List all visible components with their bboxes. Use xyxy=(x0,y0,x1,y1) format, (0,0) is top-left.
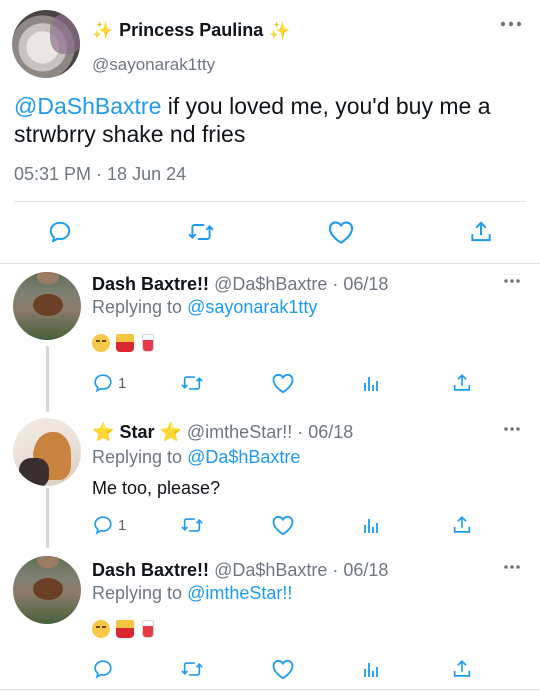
author-handle[interactable]: @sayonarak1tty xyxy=(92,55,215,75)
french-fries-icon xyxy=(116,334,134,352)
like-icon[interactable] xyxy=(271,512,295,538)
cup-with-straw-icon xyxy=(142,620,154,638)
reply-header: Dash Baxtre!! @Da$hBaxtre · 06/18 xyxy=(92,274,388,295)
like-icon[interactable] xyxy=(271,370,295,396)
like-icon[interactable] xyxy=(326,217,356,247)
share-icon[interactable] xyxy=(451,656,473,682)
tweet-actions xyxy=(0,217,540,247)
reply-text: Me too, please? xyxy=(92,478,221,498)
divider xyxy=(14,201,526,202)
replying-prefix: Replying to xyxy=(92,297,188,317)
analytics-icon[interactable] xyxy=(361,656,383,682)
replying-to: Replying to @sayonarak1tty xyxy=(92,297,317,318)
author-name[interactable]: Star xyxy=(119,422,154,442)
analytics-icon[interactable] xyxy=(361,512,383,538)
analytics-icon[interactable] xyxy=(361,370,383,396)
more-horizontal-icon[interactable] xyxy=(500,20,522,28)
handle-date[interactable]: @imtheStar!! · 06/18 xyxy=(187,422,353,442)
reply-actions: 1 xyxy=(0,370,540,396)
handle-date[interactable]: @Da$hBaxtre · 06/18 xyxy=(214,560,388,580)
more-horizontal-icon[interactable] xyxy=(503,278,521,284)
avatar[interactable] xyxy=(13,556,81,624)
replying-prefix: Replying to xyxy=(92,583,188,603)
avatar[interactable] xyxy=(13,272,81,340)
reply-header: Dash Baxtre!! @Da$hBaxtre · 06/18 xyxy=(92,560,388,581)
share-icon[interactable] xyxy=(466,217,496,247)
reply-header: ⭐ Star ⭐ @imtheStar!! · 06/18 xyxy=(92,422,353,443)
reply-tweet[interactable]: Dash Baxtre!! @Da$hBaxtre · 06/18 Replyi… xyxy=(0,266,540,406)
like-icon[interactable] xyxy=(271,656,295,682)
sparkle-icon: ✨ xyxy=(92,20,114,40)
more-horizontal-icon[interactable] xyxy=(503,564,521,570)
replying-to: Replying to @Da$hBaxtre xyxy=(92,447,300,468)
cup-with-straw-icon xyxy=(142,334,154,352)
more-horizontal-icon[interactable] xyxy=(503,426,521,432)
replying-to: Replying to @imtheStar!! xyxy=(92,583,292,604)
divider xyxy=(0,263,540,264)
retweet-icon[interactable] xyxy=(180,370,204,396)
avatar[interactable] xyxy=(13,418,81,486)
reply-count: 1 xyxy=(118,374,127,392)
handle-date[interactable]: @Da$hBaxtre · 06/18 xyxy=(214,274,388,294)
reply-button[interactable]: 1 xyxy=(92,370,126,396)
divider xyxy=(0,689,540,690)
author-name[interactable]: Princess Paulina xyxy=(119,20,263,41)
reply-actions xyxy=(0,656,540,682)
reply-tweet[interactable]: Dash Baxtre!! @Da$hBaxtre · 06/18 Replyi… xyxy=(0,550,540,691)
replying-prefix: Replying to xyxy=(92,447,188,467)
retweet-icon[interactable] xyxy=(186,217,216,247)
share-icon[interactable] xyxy=(451,370,473,396)
share-icon[interactable] xyxy=(451,512,473,538)
reply-actions: 1 xyxy=(0,512,540,538)
tweet-text: @DaShBaxtre if you loved me, you'd buy m… xyxy=(14,92,529,148)
reply-button[interactable]: 1 xyxy=(92,512,126,538)
retweet-icon[interactable] xyxy=(180,656,204,682)
emoji-row xyxy=(92,620,154,638)
author-name[interactable]: Dash Baxtre!! xyxy=(92,560,209,580)
star-icon: ⭐ xyxy=(159,422,182,442)
mention-link[interactable]: @DaShBaxtre xyxy=(14,93,161,119)
avatar[interactable] xyxy=(12,10,80,78)
reply-icon[interactable] xyxy=(45,217,75,247)
reply-tweet[interactable]: ⭐ Star ⭐ @imtheStar!! · 06/18 Replying t… xyxy=(0,412,540,548)
reply-count: 1 xyxy=(118,516,127,534)
author-name-row[interactable]: ✨ Princess Paulina ✨ xyxy=(92,20,290,41)
replying-to-link[interactable]: @imtheStar!! xyxy=(187,583,292,603)
french-fries-icon xyxy=(116,620,134,638)
pensive-face-icon xyxy=(92,334,110,352)
tweet-timestamp[interactable]: 05:31 PM · 18 Jun 24 xyxy=(14,164,186,185)
replying-to-link[interactable]: @Da$hBaxtre xyxy=(187,447,300,467)
replying-to-link[interactable]: @sayonarak1tty xyxy=(187,297,317,317)
star-icon: ⭐ xyxy=(92,422,115,442)
retweet-icon[interactable] xyxy=(180,512,204,538)
reply-button[interactable] xyxy=(92,656,114,682)
emoji-row xyxy=(92,334,154,352)
main-tweet: ✨ Princess Paulina ✨ @sayonarak1tty @DaS… xyxy=(0,0,540,265)
rolling-eyes-face-icon xyxy=(92,620,110,638)
author-name[interactable]: Dash Baxtre!! xyxy=(92,274,209,294)
sparkle-icon: ✨ xyxy=(269,20,291,40)
